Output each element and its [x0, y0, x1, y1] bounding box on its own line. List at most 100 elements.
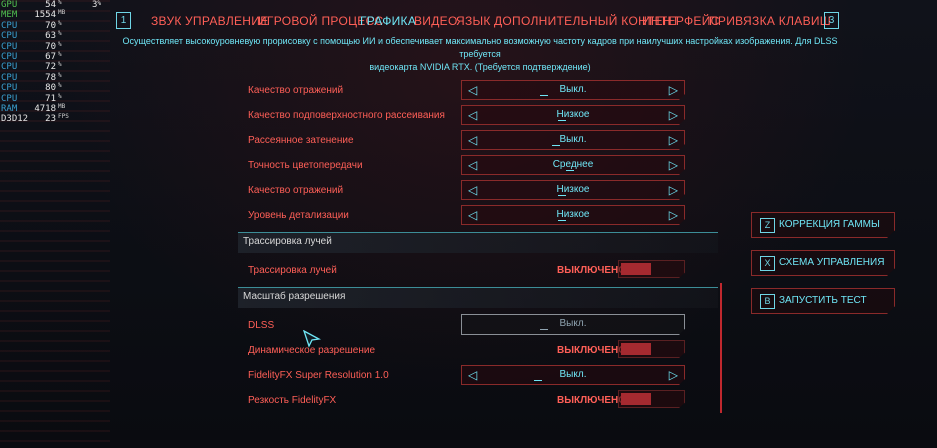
- tab-sound[interactable]: Звук: [151, 14, 182, 28]
- overlay-value: 67: [45, 51, 56, 62]
- overlay-row-fps: D3D12 23 FPS: [0, 113, 110, 125]
- overlay-extra-value: 3%: [92, 0, 101, 10]
- selector-value: Среднее: [552, 159, 594, 170]
- overlay-row-cpu: CPU 70 %: [0, 40, 110, 52]
- arrow-right-icon[interactable]: ▷: [669, 208, 678, 222]
- overlay-row-cpu: CPU 71 %: [0, 93, 110, 104]
- tab-language[interactable]: Язык: [456, 14, 491, 28]
- reflection-quality-2-selector[interactable]: ◁ Низкое ▷: [461, 180, 685, 200]
- arrow-right-icon[interactable]: ▷: [669, 83, 678, 97]
- tab-key-bindings[interactable]: Привязка клавиш: [709, 14, 831, 28]
- arrow-right-icon[interactable]: ▷: [669, 158, 678, 172]
- overlay-label: CPU: [1, 41, 18, 52]
- setting-label: DLSS: [248, 320, 275, 331]
- overlay-row-cpu: CPU 80 %: [0, 82, 110, 94]
- reflection-quality-selector[interactable]: ◁ Выкл. ▷: [461, 80, 685, 100]
- key-hint: B: [760, 294, 775, 309]
- toggle-state: ВЫКЛЮЧЕНО: [557, 395, 627, 406]
- overlay-value: 71: [45, 93, 56, 104]
- toggle-state: ВЫКЛЮЧЕНО: [557, 345, 627, 356]
- tab-controls[interactable]: Управление: [185, 14, 269, 28]
- mouse-cursor-icon: [303, 330, 321, 348]
- tab-graphics[interactable]: Графика: [360, 14, 416, 28]
- arrow-right-icon[interactable]: ▷: [669, 183, 678, 197]
- fsr-selector[interactable]: ◁ Выкл. ▷: [461, 365, 685, 385]
- selector-value: Низкое: [556, 209, 590, 220]
- overlay-label: CPU: [1, 93, 18, 104]
- selector-indicator: [558, 120, 566, 121]
- setting-label: Резкость FidelityFX: [248, 395, 337, 406]
- selector-indicator: [566, 170, 574, 171]
- control-scheme-button[interactable]: X СХЕМА УПРАВЛЕНИЯ: [751, 250, 895, 276]
- button-label: СХЕМА УПРАВЛЕНИЯ: [779, 257, 885, 268]
- overlay-value: 4718: [34, 103, 56, 114]
- setting-label: FidelityFX Super Resolution 1.0: [248, 370, 389, 381]
- run-benchmark-button[interactable]: B ЗАПУСТИТЬ ТЕСТ: [751, 288, 895, 314]
- fidelityfx-sharpening-toggle[interactable]: [618, 390, 685, 408]
- overlay-label: D3D12: [1, 114, 29, 125]
- overlay-row-cpu: CPU 78 %: [0, 71, 110, 83]
- overlay-row-cpu: CPU 67 %: [0, 50, 110, 62]
- overlay-unit: %: [58, 82, 62, 90]
- selector-indicator: [540, 95, 548, 96]
- overlay-unit: %: [58, 61, 62, 69]
- overlay-value: 54: [45, 0, 56, 10]
- overlay-unit: %: [58, 71, 62, 79]
- section-title: Масштаб разрешения: [243, 291, 346, 302]
- overlay-unit: FPS: [58, 113, 69, 121]
- gamma-correction-button[interactable]: Z КОРРЕКЦИЯ ГАММЫ: [751, 212, 895, 238]
- arrow-right-icon[interactable]: ▷: [669, 133, 678, 147]
- overlay-extra-unit: %: [97, 0, 102, 7]
- overlay-unit: %: [58, 40, 62, 48]
- key-hint: Z: [760, 218, 775, 233]
- selector-value: Выкл.: [559, 369, 587, 380]
- scrollbar[interactable]: [720, 283, 722, 413]
- arrow-right-icon[interactable]: ▷: [669, 368, 678, 382]
- selector-indicator: [534, 380, 542, 381]
- selector-value: Выкл.: [559, 84, 587, 95]
- overlay-row-ram: RAM 4718 MB: [0, 102, 110, 114]
- overlay-unit: %: [58, 0, 62, 6]
- dynamic-resolution-toggle[interactable]: [618, 340, 685, 358]
- overlay-unit: MB: [58, 102, 66, 110]
- color-precision-selector[interactable]: ◁ Среднее ▷: [461, 155, 685, 175]
- overlay-value: 80: [45, 83, 56, 94]
- overlay-row-cpu: CPU 72 %: [0, 61, 110, 73]
- subsurface-scattering-selector[interactable]: ◁ Низкое ▷: [461, 105, 685, 125]
- description-line-1: Осуществляет высокоуровневую прорисовку …: [122, 36, 838, 59]
- arrow-right-icon[interactable]: ▷: [669, 108, 678, 122]
- toggle-knob: [621, 393, 651, 405]
- overlay-label: CPU: [1, 83, 18, 94]
- raytracing-section-header: Трассировка лучей: [238, 232, 718, 253]
- description-line-2: видеокарта NVIDIA RTX. (Требуется подтве…: [369, 62, 591, 72]
- level-of-detail-selector[interactable]: ◁ Низкое ▷: [461, 205, 685, 225]
- overlay-unit: %: [58, 50, 62, 58]
- prev-tab-key[interactable]: 1: [116, 12, 131, 29]
- overlay-label: CPU: [1, 51, 18, 62]
- button-label: ЗАПУСТИТЬ ТЕСТ: [779, 295, 867, 306]
- selector-value: Низкое: [556, 184, 590, 195]
- setting-label: Качество отражений: [248, 85, 344, 96]
- dlss-selector[interactable]: Выкл.: [461, 314, 685, 335]
- setting-description: Осуществляет высокоуровневую прорисовку …: [110, 35, 850, 74]
- setting-label: Точность цветопередачи: [248, 160, 363, 171]
- selector-value: Выкл.: [559, 134, 587, 145]
- overlay-value: 72: [45, 62, 56, 73]
- tab-interface[interactable]: Интерфейс: [642, 14, 720, 28]
- button-label: КОРРЕКЦИЯ ГАММЫ: [779, 219, 880, 230]
- selector-indicator: [558, 220, 566, 221]
- overlay-value: 23: [45, 114, 56, 125]
- toggle-knob: [621, 263, 651, 275]
- selector-indicator: [558, 195, 566, 196]
- overlay-label: RAM: [1, 103, 18, 114]
- selector-indicator: [540, 329, 548, 330]
- raytracing-toggle[interactable]: [618, 260, 685, 278]
- selector-value: Выкл.: [559, 318, 587, 329]
- next-tab-key[interactable]: 3: [824, 12, 839, 29]
- tab-video[interactable]: Видео: [414, 14, 458, 28]
- top-nav: 1 Звук Управление Игровой процесс График…: [0, 10, 937, 34]
- setting-label: Качество подповерхностного рассеивания: [248, 110, 445, 121]
- toggle-knob: [621, 343, 651, 355]
- ambient-occlusion-selector[interactable]: ◁ Выкл. ▷: [461, 130, 685, 150]
- section-title: Трассировка лучей: [243, 236, 332, 247]
